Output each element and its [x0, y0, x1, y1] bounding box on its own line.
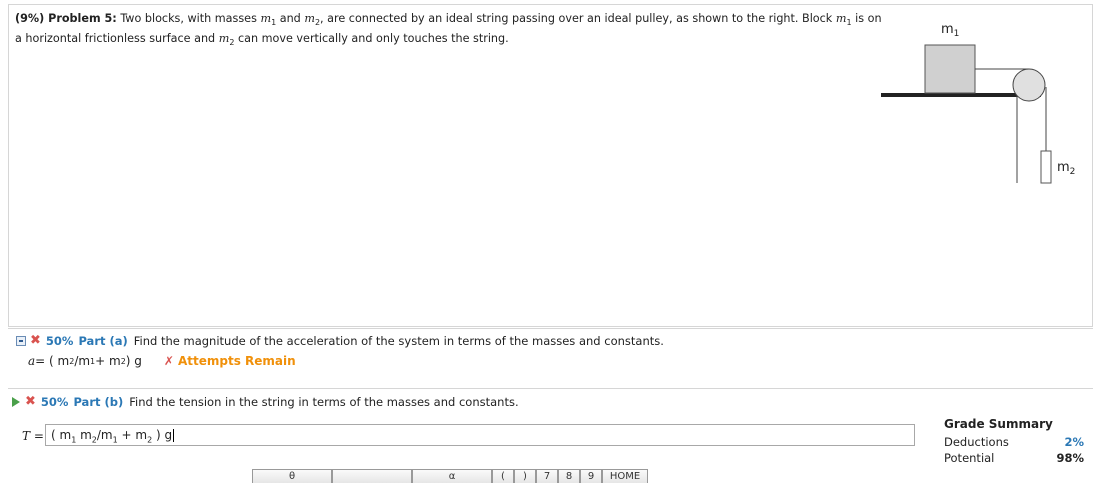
deductions-row: Deductions 2%	[944, 435, 1084, 449]
part-a-panel: ✖ 50% Part (a) Find the magnitude of the…	[8, 328, 1093, 384]
part-a-label[interactable]: Part (a)	[78, 334, 127, 348]
pulley-diagram: m1 m2	[881, 22, 1075, 184]
answer-variable-label: T =	[22, 429, 44, 443]
grade-summary-title: Grade Summary	[944, 417, 1053, 431]
part-a-percent: 50%	[45, 334, 74, 348]
block-m2	[1040, 150, 1052, 184]
part-a-answer: a = ( m 2/m 1 + m2 ) g ✗ Attempts Remain	[28, 354, 296, 368]
keypad: θ α ( ) 7 8 9 HOME	[252, 469, 648, 483]
problem-statement: (9%) Problem 5: Two blocks, with masses …	[15, 12, 882, 48]
key-blank[interactable]	[332, 469, 412, 483]
label-m2: m2	[1057, 160, 1075, 177]
problem-number: (9%) Problem 5:	[15, 12, 117, 25]
part-b-percent: 50%	[40, 395, 69, 409]
key-9[interactable]: 9	[580, 469, 602, 483]
collapse-toggle-icon[interactable]	[16, 336, 26, 346]
incorrect-icon: ✖	[25, 394, 36, 409]
attempts-remain-status: ✗ Attempts Remain	[163, 354, 296, 368]
key-8[interactable]: 8	[558, 469, 580, 483]
key-open-paren[interactable]: (	[492, 469, 514, 483]
answer-input[interactable]: ( m1 m2/m1 + m2 ) g	[45, 424, 915, 446]
block-m1	[924, 44, 976, 94]
key-7[interactable]: 7	[536, 469, 558, 483]
part-b-text: Find the tension in the string in terms …	[129, 395, 519, 409]
part-a-text: Find the magnitude of the acceleration o…	[133, 334, 664, 348]
part-b-label[interactable]: Part (b)	[73, 395, 123, 409]
potential-row: Potential 98%	[944, 451, 1084, 465]
attempts-x-icon: ✗	[163, 354, 174, 368]
expand-arrow-icon[interactable]	[12, 397, 20, 407]
label-m1: m1	[941, 22, 959, 39]
part-b-panel: ✖ 50% Part (b) Find the tension in the s…	[8, 388, 1093, 483]
key-theta[interactable]: θ	[252, 469, 332, 483]
grade-summary: Grade Summary Deductions 2% Potential 98…	[944, 417, 1084, 466]
problem-panel: (9%) Problem 5: Two blocks, with masses …	[8, 4, 1093, 327]
text-caret	[173, 429, 175, 442]
key-home[interactable]: HOME	[602, 469, 648, 483]
part-a-header: ✖ 50% Part (a) Find the magnitude of the…	[16, 334, 664, 348]
pulley	[1012, 68, 1046, 102]
key-alpha[interactable]: α	[412, 469, 492, 483]
part-b-header: ✖ 50% Part (b) Find the tension in the s…	[12, 395, 519, 409]
key-close-paren[interactable]: )	[514, 469, 536, 483]
incorrect-icon: ✖	[30, 333, 41, 348]
